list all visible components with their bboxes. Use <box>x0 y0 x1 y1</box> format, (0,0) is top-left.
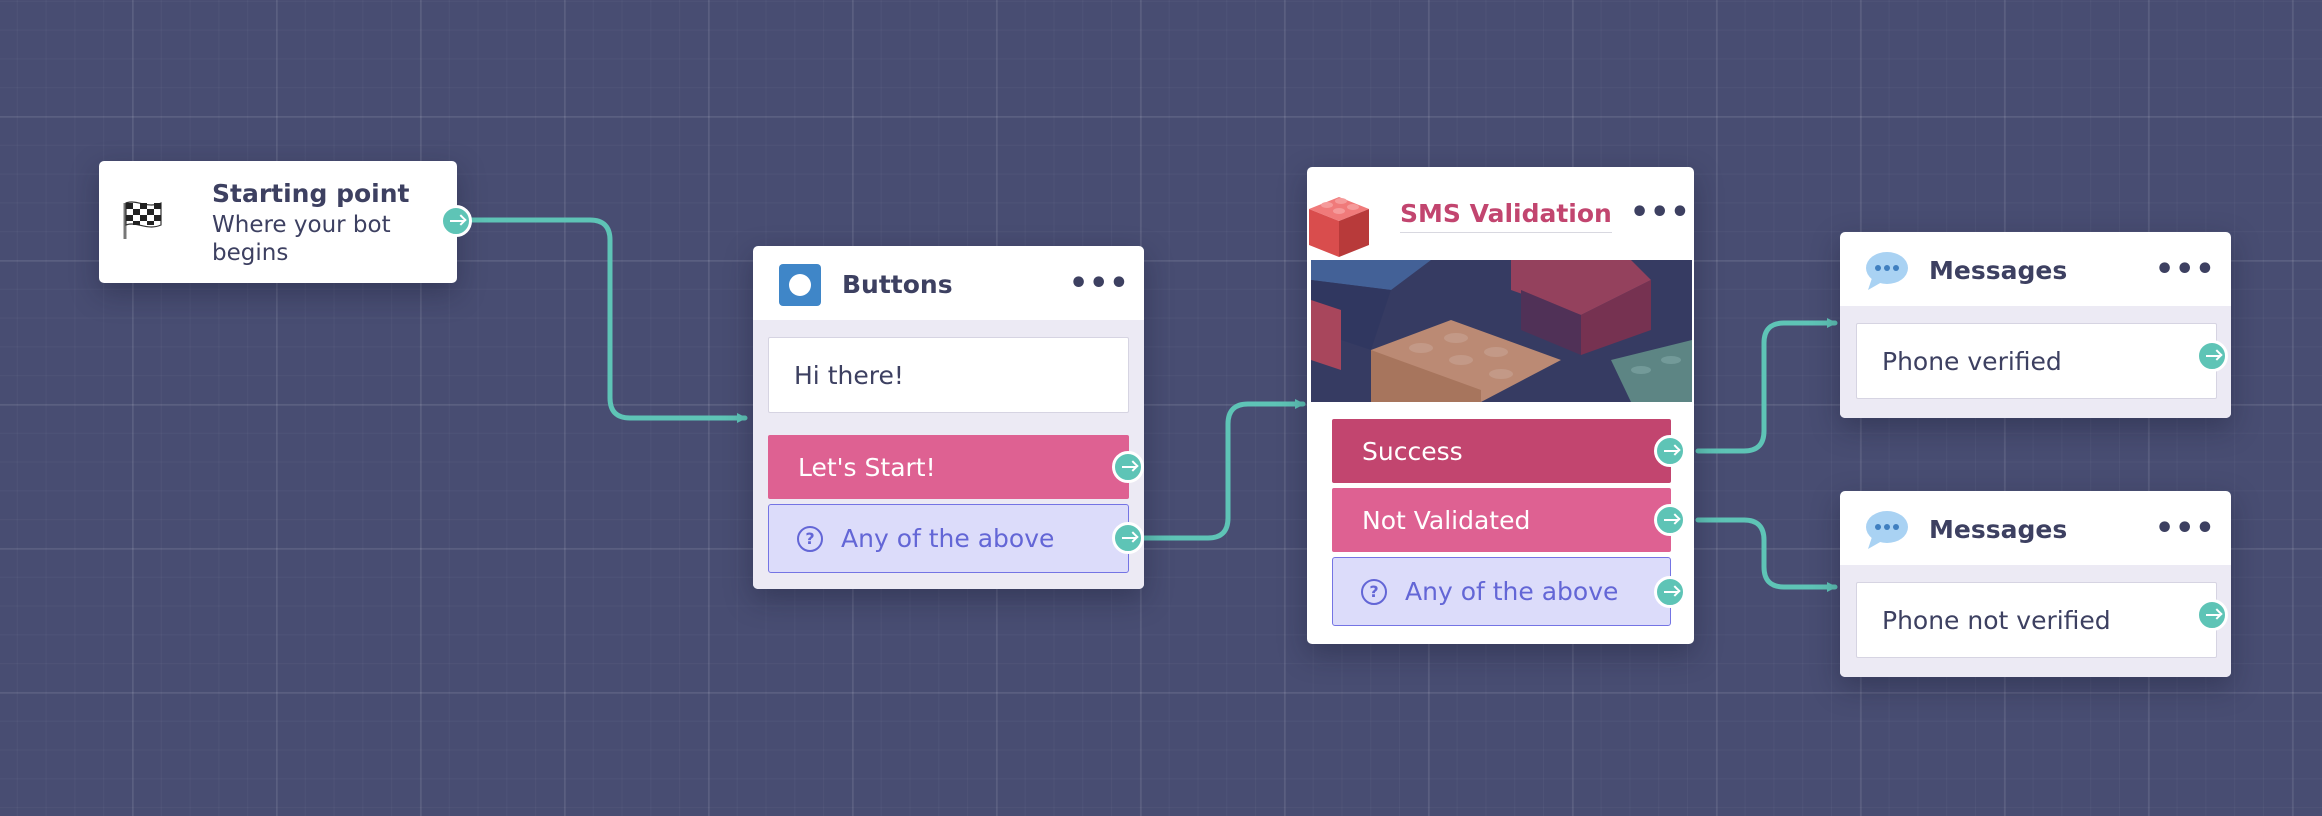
phone-verified-message[interactable]: Phone verified <box>1856 323 2217 399</box>
lets-start-output-port[interactable] <box>1112 451 1144 483</box>
messages-verified-menu-button[interactable]: ••• <box>2155 255 2216 285</box>
buttons-node-message[interactable]: Hi there! <box>768 337 1129 413</box>
success-button[interactable]: Success <box>1332 419 1671 483</box>
buttons-any-label: Any of the above <box>841 524 1055 553</box>
connector-success-to-verified <box>1695 318 1838 454</box>
phone-not-verified-message[interactable]: Phone not verified <box>1856 582 2217 658</box>
phone-not-verified-output-port[interactable] <box>2196 599 2228 631</box>
checkered-flag-icon <box>119 197 165 247</box>
starting-point-subtitle: Where your bot begins <box>212 211 391 267</box>
lets-start-button[interactable]: Let's Start! <box>768 435 1129 499</box>
buttons-node-menu-button[interactable]: ••• <box>1069 269 1130 299</box>
messages-not-verified-title: Messages <box>1929 515 2068 544</box>
question-icon: ? <box>1361 578 1387 605</box>
buttons-any-of-the-above-button[interactable]: ? Any of the above <box>768 504 1129 573</box>
success-output-port[interactable] <box>1654 435 1686 467</box>
connector-buttons-to-sms <box>1139 399 1306 541</box>
subtitle-line-1: Where your bot <box>212 212 391 238</box>
starting-point-title: Starting point <box>212 179 410 208</box>
speech-bubble-icon <box>1864 250 1910 296</box>
connector-notvalidated-to-notverified <box>1695 517 1838 592</box>
subtitle-line-2: begins <box>212 240 289 266</box>
starting-point-node[interactable]: Starting point Where your bot begins <box>99 161 457 283</box>
speech-bubble-icon <box>1864 509 1910 555</box>
phone-verified-output-port[interactable] <box>2196 340 2228 372</box>
messages-verified-title: Messages <box>1929 256 2068 285</box>
sms-any-output-port[interactable] <box>1654 576 1686 608</box>
sms-header-image <box>1311 260 1692 402</box>
sms-node-menu-button[interactable]: ••• <box>1630 198 1691 228</box>
not-validated-output-port[interactable] <box>1654 504 1686 536</box>
buttons-block-icon <box>779 264 821 306</box>
sms-any-of-the-above-button[interactable]: ? Any of the above <box>1332 557 1671 626</box>
connector-start-to-buttons <box>469 217 748 423</box>
sms-any-label: Any of the above <box>1405 577 1619 606</box>
start-output-port[interactable] <box>440 205 472 237</box>
question-icon: ? <box>797 525 823 552</box>
messages-not-verified-menu-button[interactable]: ••• <box>2155 514 2216 544</box>
not-validated-button[interactable]: Not Validated <box>1332 488 1671 552</box>
buttons-any-output-port[interactable] <box>1112 522 1144 554</box>
sms-validation-title[interactable]: SMS Validation <box>1400 199 1612 233</box>
buttons-node-title: Buttons <box>842 270 953 299</box>
lego-brick-icon <box>1309 191 1369 265</box>
